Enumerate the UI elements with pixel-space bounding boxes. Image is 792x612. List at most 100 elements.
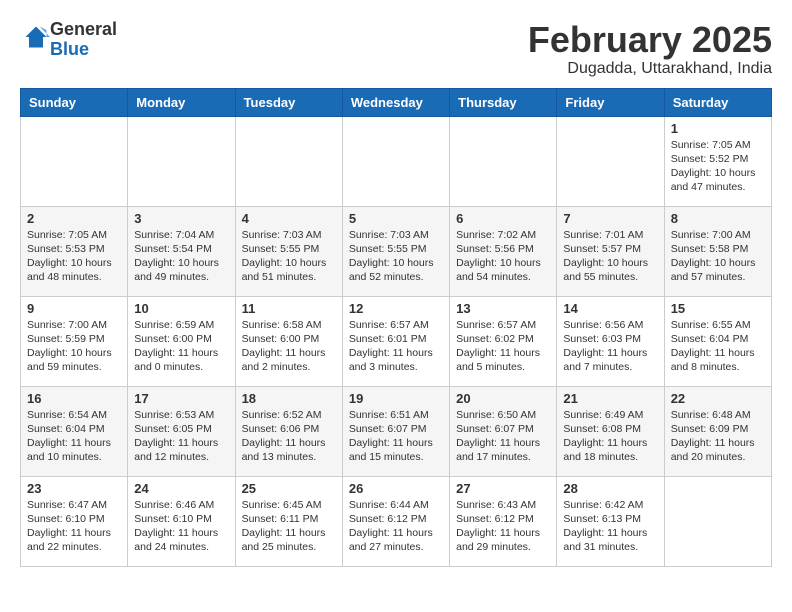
day-number: 8 xyxy=(671,211,765,226)
day-info: Sunrise: 6:47 AM Sunset: 6:10 PM Dayligh… xyxy=(27,498,121,555)
day-number: 28 xyxy=(563,481,657,496)
calendar-week-row: 9Sunrise: 7:00 AM Sunset: 5:59 PM Daylig… xyxy=(21,296,772,386)
day-number: 15 xyxy=(671,301,765,316)
day-info: Sunrise: 7:04 AM Sunset: 5:54 PM Dayligh… xyxy=(134,228,228,285)
day-number: 16 xyxy=(27,391,121,406)
weekday-header: Tuesday xyxy=(235,88,342,116)
day-info: Sunrise: 6:56 AM Sunset: 6:03 PM Dayligh… xyxy=(563,318,657,375)
day-number: 26 xyxy=(349,481,443,496)
logo: General Blue xyxy=(20,20,117,60)
day-number: 1 xyxy=(671,121,765,136)
calendar-cell: 23 Sunrise: 6:47 AM Sunset: 6:10 PM Dayli… xyxy=(21,476,128,566)
calendar-cell: 15 Sunrise: 6:55 AM Sunset: 6:04 PM Dayli… xyxy=(664,296,771,386)
weekday-header: Wednesday xyxy=(342,88,449,116)
day-info: Sunrise: 6:59 AM Sunset: 6:00 PM Dayligh… xyxy=(134,318,228,375)
day-number: 7 xyxy=(563,211,657,226)
title-block: February 2025 Dugadda, Uttarakhand, Indi… xyxy=(528,20,772,78)
day-info: Sunrise: 6:42 AM Sunset: 6:13 PM Dayligh… xyxy=(563,498,657,555)
calendar-cell: 2Sunrise: 7:05 AM Sunset: 5:53 PM Daylig… xyxy=(21,206,128,296)
calendar-cell: 28 Sunrise: 6:42 AM Sunset: 6:13 PM Dayli… xyxy=(557,476,664,566)
day-number: 12 xyxy=(349,301,443,316)
calendar-cell: 18 Sunrise: 6:52 AM Sunset: 6:06 PM Dayli… xyxy=(235,386,342,476)
day-info: Sunrise: 6:45 AM Sunset: 6:11 PM Dayligh… xyxy=(242,498,336,555)
calendar-cell: 1 Sunrise: 7:05 AM Sunset: 5:52 PM Daylig… xyxy=(664,116,771,206)
location-title: Dugadda, Uttarakhand, India xyxy=(528,60,772,78)
day-number: 14 xyxy=(563,301,657,316)
day-info: Sunrise: 6:54 AM Sunset: 6:04 PM Dayligh… xyxy=(27,408,121,465)
calendar-cell xyxy=(664,476,771,566)
day-info: Sunrise: 7:01 AM Sunset: 5:57 PM Dayligh… xyxy=(563,228,657,285)
calendar-header-row: SundayMondayTuesdayWednesdayThursdayFrid… xyxy=(21,88,772,116)
day-number: 2 xyxy=(27,211,121,226)
day-number: 17 xyxy=(134,391,228,406)
day-number: 20 xyxy=(456,391,550,406)
day-info: Sunrise: 6:43 AM Sunset: 6:12 PM Dayligh… xyxy=(456,498,550,555)
day-info: Sunrise: 6:53 AM Sunset: 6:05 PM Dayligh… xyxy=(134,408,228,465)
calendar-cell: 12 Sunrise: 6:57 AM Sunset: 6:01 PM Dayli… xyxy=(342,296,449,386)
day-info: Sunrise: 6:46 AM Sunset: 6:10 PM Dayligh… xyxy=(134,498,228,555)
day-number: 24 xyxy=(134,481,228,496)
day-number: 23 xyxy=(27,481,121,496)
calendar-cell xyxy=(557,116,664,206)
calendar-cell: 13 Sunrise: 6:57 AM Sunset: 6:02 PM Dayli… xyxy=(450,296,557,386)
calendar-week-row: 2Sunrise: 7:05 AM Sunset: 5:53 PM Daylig… xyxy=(21,206,772,296)
day-number: 22 xyxy=(671,391,765,406)
day-info: Sunrise: 7:00 AM Sunset: 5:59 PM Dayligh… xyxy=(27,318,121,375)
calendar-cell xyxy=(21,116,128,206)
calendar-cell: 10 Sunrise: 6:59 AM Sunset: 6:00 PM Dayli… xyxy=(128,296,235,386)
calendar-cell: 27 Sunrise: 6:43 AM Sunset: 6:12 PM Dayli… xyxy=(450,476,557,566)
calendar-cell xyxy=(235,116,342,206)
page-header: General Blue February 2025 Dugadda, Utta… xyxy=(20,20,772,78)
logo-icon xyxy=(22,23,50,51)
day-number: 5 xyxy=(349,211,443,226)
calendar-cell xyxy=(450,116,557,206)
day-number: 6 xyxy=(456,211,550,226)
calendar-cell: 4Sunrise: 7:03 AM Sunset: 5:55 PM Daylig… xyxy=(235,206,342,296)
calendar-cell: 20Sunrise: 6:50 AM Sunset: 6:07 PM Dayli… xyxy=(450,386,557,476)
weekday-header: Thursday xyxy=(450,88,557,116)
calendar-cell: 9Sunrise: 7:00 AM Sunset: 5:59 PM Daylig… xyxy=(21,296,128,386)
day-number: 3 xyxy=(134,211,228,226)
calendar-cell: 6 Sunrise: 7:02 AM Sunset: 5:56 PM Daylig… xyxy=(450,206,557,296)
calendar-cell: 19 Sunrise: 6:51 AM Sunset: 6:07 PM Dayli… xyxy=(342,386,449,476)
day-number: 25 xyxy=(242,481,336,496)
day-info: Sunrise: 6:48 AM Sunset: 6:09 PM Dayligh… xyxy=(671,408,765,465)
day-info: Sunrise: 6:44 AM Sunset: 6:12 PM Dayligh… xyxy=(349,498,443,555)
day-number: 27 xyxy=(456,481,550,496)
day-info: Sunrise: 6:57 AM Sunset: 6:01 PM Dayligh… xyxy=(349,318,443,375)
day-info: Sunrise: 7:02 AM Sunset: 5:56 PM Dayligh… xyxy=(456,228,550,285)
day-info: Sunrise: 6:51 AM Sunset: 6:07 PM Dayligh… xyxy=(349,408,443,465)
day-number: 19 xyxy=(349,391,443,406)
day-number: 13 xyxy=(456,301,550,316)
weekday-header: Monday xyxy=(128,88,235,116)
day-number: 18 xyxy=(242,391,336,406)
day-info: Sunrise: 6:58 AM Sunset: 6:00 PM Dayligh… xyxy=(242,318,336,375)
day-info: Sunrise: 6:49 AM Sunset: 6:08 PM Dayligh… xyxy=(563,408,657,465)
day-number: 10 xyxy=(134,301,228,316)
calendar-cell: 5 Sunrise: 7:03 AM Sunset: 5:55 PM Daylig… xyxy=(342,206,449,296)
month-title: February 2025 xyxy=(528,20,772,60)
day-info: Sunrise: 7:03 AM Sunset: 5:55 PM Dayligh… xyxy=(349,228,443,285)
calendar-cell: 3 Sunrise: 7:04 AM Sunset: 5:54 PM Daylig… xyxy=(128,206,235,296)
calendar-week-row: 16 Sunrise: 6:54 AM Sunset: 6:04 PM Dayli… xyxy=(21,386,772,476)
calendar-cell: 16 Sunrise: 6:54 AM Sunset: 6:04 PM Dayli… xyxy=(21,386,128,476)
day-info: Sunrise: 6:52 AM Sunset: 6:06 PM Dayligh… xyxy=(242,408,336,465)
day-number: 21 xyxy=(563,391,657,406)
day-info: Sunrise: 7:05 AM Sunset: 5:52 PM Dayligh… xyxy=(671,138,765,195)
calendar-cell: 7 Sunrise: 7:01 AM Sunset: 5:57 PM Daylig… xyxy=(557,206,664,296)
logo-text: General Blue xyxy=(50,20,117,60)
calendar-week-row: 1 Sunrise: 7:05 AM Sunset: 5:52 PM Daylig… xyxy=(21,116,772,206)
day-info: Sunrise: 7:00 AM Sunset: 5:58 PM Dayligh… xyxy=(671,228,765,285)
calendar-week-row: 23 Sunrise: 6:47 AM Sunset: 6:10 PM Dayli… xyxy=(21,476,772,566)
weekday-header: Friday xyxy=(557,88,664,116)
calendar-table: SundayMondayTuesdayWednesdayThursdayFrid… xyxy=(20,88,772,567)
calendar-cell: 25 Sunrise: 6:45 AM Sunset: 6:11 PM Dayli… xyxy=(235,476,342,566)
day-number: 11 xyxy=(242,301,336,316)
day-info: Sunrise: 6:57 AM Sunset: 6:02 PM Dayligh… xyxy=(456,318,550,375)
day-info: Sunrise: 6:55 AM Sunset: 6:04 PM Dayligh… xyxy=(671,318,765,375)
calendar-cell: 11 Sunrise: 6:58 AM Sunset: 6:00 PM Dayli… xyxy=(235,296,342,386)
calendar-cell: 14 Sunrise: 6:56 AM Sunset: 6:03 PM Dayli… xyxy=(557,296,664,386)
day-number: 4 xyxy=(242,211,336,226)
weekday-header: Saturday xyxy=(664,88,771,116)
calendar-cell: 22 Sunrise: 6:48 AM Sunset: 6:09 PM Dayli… xyxy=(664,386,771,476)
